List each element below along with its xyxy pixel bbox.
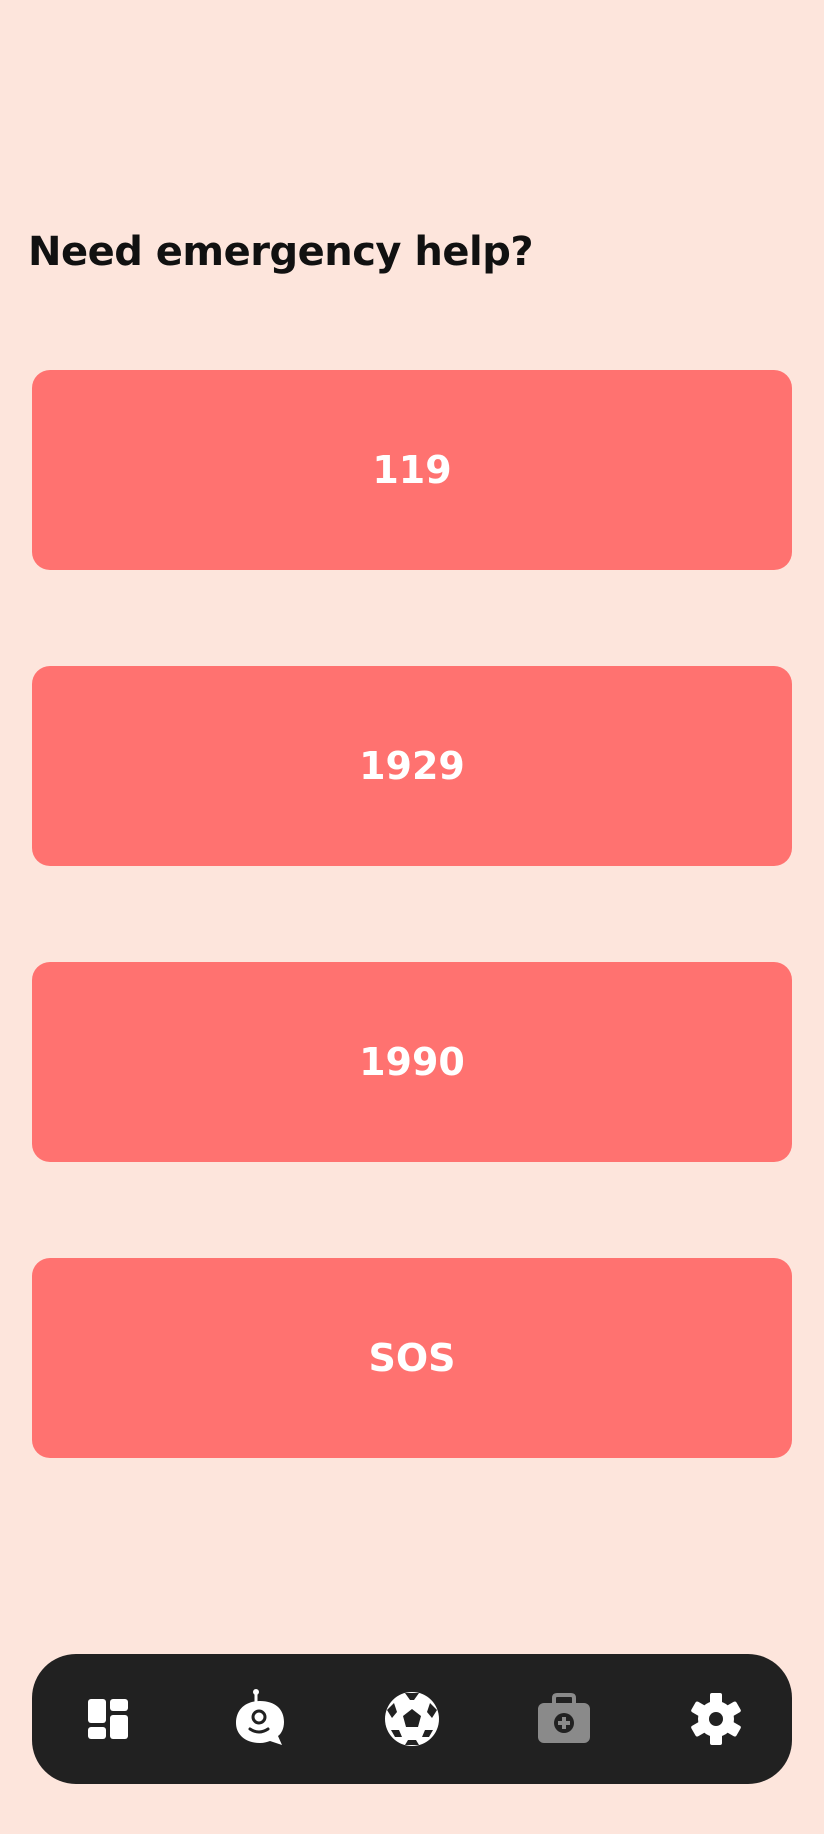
page-title: Need emergency help? bbox=[28, 229, 534, 275]
sos-button[interactable]: SOS bbox=[32, 1258, 792, 1458]
bottom-nav bbox=[32, 1654, 792, 1784]
settings-gear-icon bbox=[691, 1693, 741, 1745]
call-119-button[interactable]: 119 bbox=[32, 370, 792, 570]
nav-item-soccer[interactable] bbox=[376, 1683, 448, 1755]
dashboard-icon bbox=[88, 1699, 128, 1739]
call-1990-button[interactable]: 1990 bbox=[32, 962, 792, 1162]
nav-item-dashboard[interactable] bbox=[72, 1683, 144, 1755]
nav-item-medical-kit[interactable] bbox=[528, 1683, 600, 1755]
call-1929-button[interactable]: 1929 bbox=[32, 666, 792, 866]
chat-bot-icon bbox=[236, 1689, 284, 1745]
nav-item-settings[interactable] bbox=[680, 1683, 752, 1755]
nav-item-chat-bot[interactable] bbox=[224, 1683, 296, 1755]
soccer-ball-icon bbox=[385, 1692, 439, 1746]
medical-kit-icon bbox=[538, 1693, 590, 1743]
